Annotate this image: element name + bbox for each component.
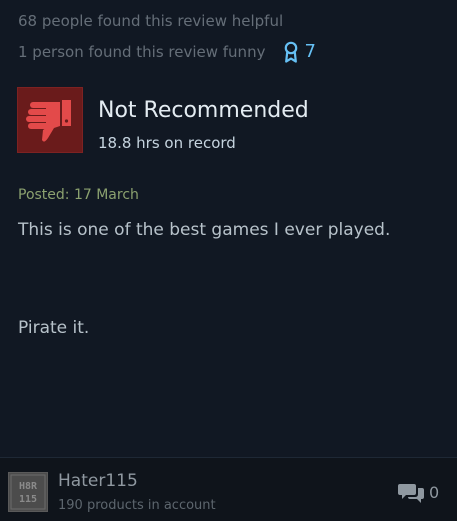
- avatar-text-bottom: 115: [19, 494, 37, 505]
- hours-on-record: 18.8 hrs on record: [98, 134, 236, 152]
- award-badge[interactable]: 7: [284, 41, 316, 63]
- award-ribbon-icon: [284, 41, 298, 63]
- review-body-line: Pirate it.: [18, 318, 90, 338]
- review-card: 68 people found this review helpful 1 pe…: [0, 0, 457, 521]
- review-verdict[interactable]: Not Recommended: [98, 97, 309, 125]
- author-username[interactable]: Hater115: [58, 470, 138, 492]
- avatar[interactable]: H8R 115: [8, 472, 48, 512]
- thumbs-down-icon: [18, 88, 82, 152]
- funny-row: 1 person found this review funny 7: [18, 41, 316, 63]
- author-products-count: 190 products in account: [58, 498, 216, 513]
- posted-date: Posted: 17 March: [18, 187, 139, 203]
- avatar-text-top: H8R: [19, 481, 38, 492]
- comments-link[interactable]: 0: [398, 482, 439, 504]
- comment-count: 0: [429, 483, 440, 502]
- award-count: 7: [304, 41, 316, 62]
- comment-bubble-icon: [398, 482, 424, 504]
- author-footer: H8R 115 Hater115 190 products in account…: [0, 458, 457, 521]
- helpful-count-text: 68 people found this review helpful: [18, 12, 284, 30]
- not-recommended-badge[interactable]: [17, 87, 83, 153]
- review-body-line: This is one of the best games I ever pla…: [18, 220, 391, 240]
- funny-count-text: 1 person found this review funny: [18, 43, 266, 61]
